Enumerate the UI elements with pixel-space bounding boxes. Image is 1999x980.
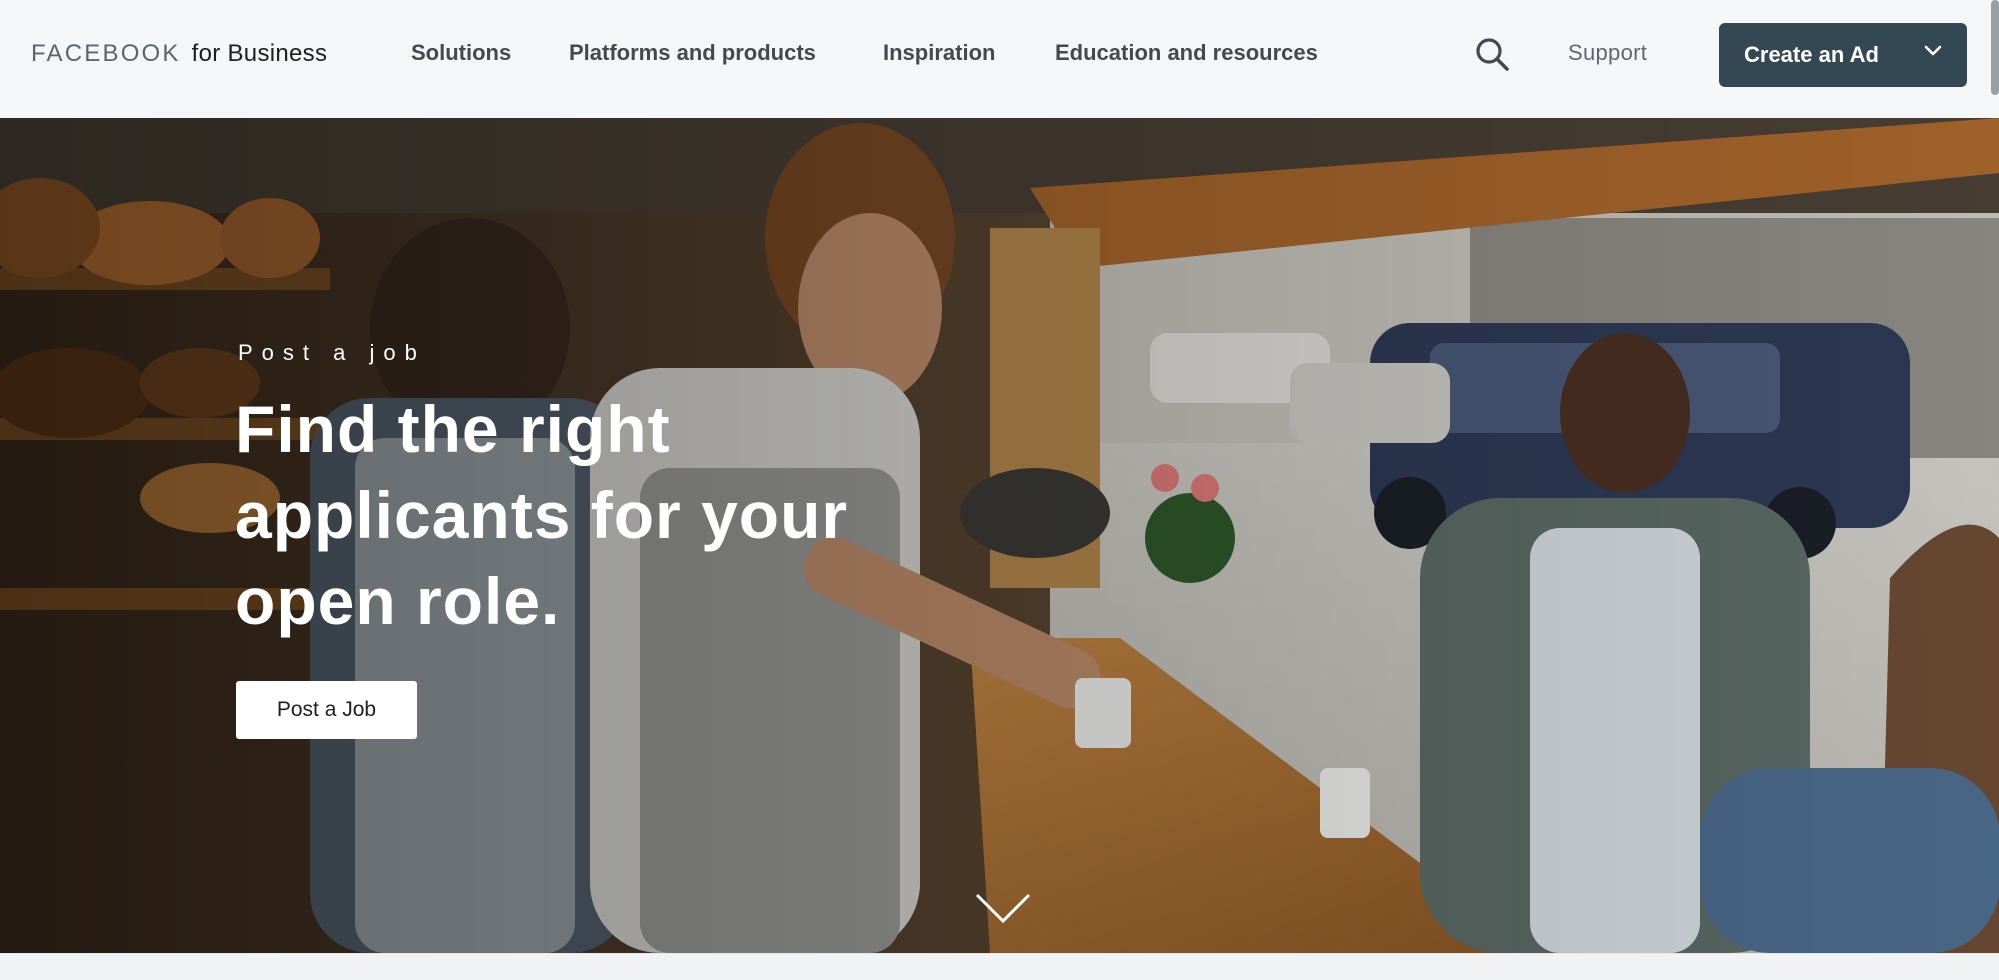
search-button[interactable]	[1472, 34, 1514, 76]
below-fold-section-edge	[0, 953, 1999, 980]
logo-brand-text: FACEBOOK	[31, 40, 181, 67]
chevron-down-icon	[1924, 45, 1942, 56]
nav-item-inspiration[interactable]: Inspiration	[883, 40, 995, 66]
nav-item-platforms-and-products[interactable]: Platforms and products	[569, 40, 816, 66]
hero-eyebrow: Post a job	[238, 340, 426, 365]
post-a-job-button[interactable]: Post a Job	[236, 681, 417, 739]
search-icon	[1476, 38, 1509, 71]
page-scrollbar[interactable]	[1991, 0, 1999, 95]
create-an-ad-label: Create an Ad	[1744, 42, 1879, 67]
hero-headline: Find the right applicants for your open …	[235, 392, 849, 638]
top-navigation-bar: FACEBOOK for Business Solutions Platform…	[0, 0, 1999, 118]
nav-item-solutions[interactable]: Solutions	[411, 40, 511, 66]
chevron-down-icon[interactable]	[974, 890, 1032, 926]
nav-item-education-and-resources[interactable]: Education and resources	[1055, 40, 1318, 66]
support-link[interactable]: Support	[1568, 40, 1647, 66]
hero-banner: Post a job Find the right applicants for…	[0, 118, 1999, 953]
create-an-ad-button[interactable]: Create an Ad	[1719, 23, 1967, 87]
logo-suffix-text: for Business	[191, 40, 328, 67]
facebook-for-business-logo[interactable]: FACEBOOK for Business	[31, 40, 327, 68]
